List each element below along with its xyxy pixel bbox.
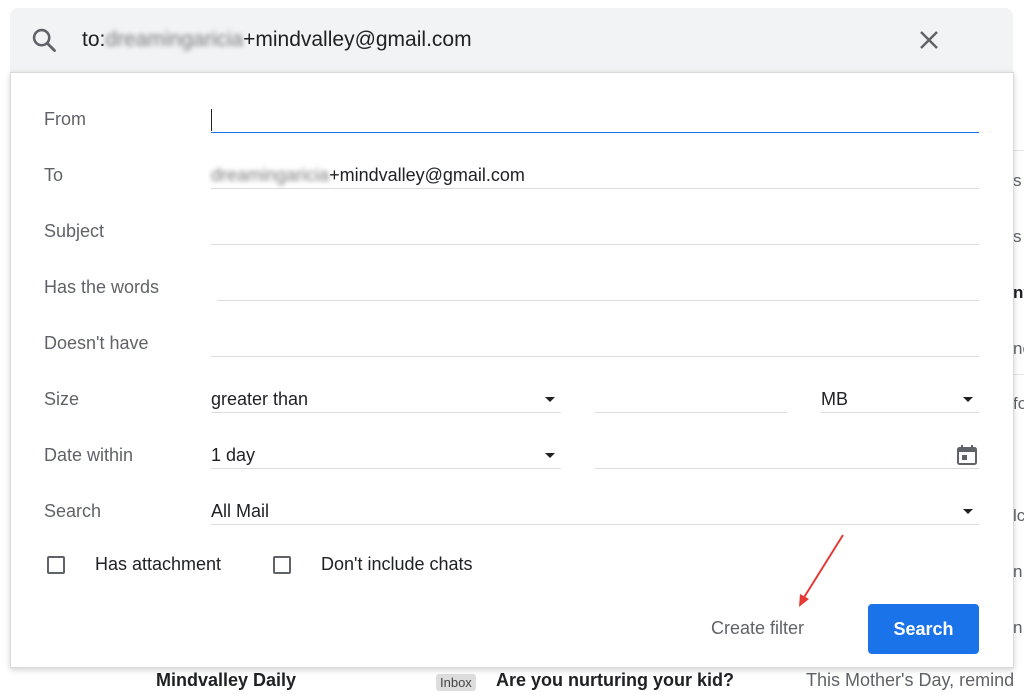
search-button[interactable]: Search xyxy=(868,604,979,654)
search-bar[interactable]: to:dreamingaricia+mindvalley@gmail.com xyxy=(10,8,1013,72)
size-comparator-select[interactable]: greater than xyxy=(211,353,561,413)
create-filter-button[interactable]: Create filter xyxy=(711,618,804,639)
chevron-down-icon xyxy=(545,453,555,458)
size-unit-value: MB xyxy=(821,389,848,409)
bg-snippet: This Mother's Day, remind xyxy=(806,670,1015,690)
dont-include-chats-label: Don't include chats xyxy=(321,554,473,574)
search-scope-row: Search All Mail xyxy=(11,465,1013,525)
chevron-down-icon xyxy=(963,509,973,514)
from-row: From xyxy=(11,73,1013,133)
advanced-search-dialog: From To dreamingaricia+mindvalley@gmail.… xyxy=(10,72,1014,668)
has-attachment-label: Has attachment xyxy=(95,554,222,574)
bg-fragment: s xyxy=(1013,227,1022,246)
text-cursor xyxy=(211,109,212,131)
date-within-label: Date within xyxy=(44,445,134,465)
has-words-input[interactable] xyxy=(217,241,979,301)
query-prefix: to: xyxy=(82,28,106,51)
doesnt-have-row: Doesn't have xyxy=(11,297,1013,357)
search-icon[interactable] xyxy=(30,26,58,54)
bg-fragment: s y xyxy=(1013,171,1024,190)
close-icon[interactable] xyxy=(917,28,941,52)
bg-fragment: lc xyxy=(1013,506,1024,525)
search-scope-value: All Mail xyxy=(211,501,270,521)
calendar-icon[interactable] xyxy=(955,443,979,467)
has-words-row: Has the words xyxy=(11,241,1013,301)
subject-label: Subject xyxy=(44,221,105,241)
annotation-arrow-icon xyxy=(799,534,844,607)
to-value: dreamingaricia+mindvalley@gmail.com xyxy=(211,165,525,186)
size-label: Size xyxy=(44,389,80,409)
query-blurred-email: dreamingaricia xyxy=(105,28,244,51)
bg-fragment: ne xyxy=(1013,339,1024,358)
bg-divider xyxy=(1013,374,1024,375)
bg-fragment: ny xyxy=(1013,283,1024,302)
from-label: From xyxy=(44,109,86,129)
background-email-row: Mindvalley Daily Inbox Are you nurturing… xyxy=(0,668,1024,695)
to-label: To xyxy=(44,165,64,185)
search-scope-select[interactable]: All Mail xyxy=(211,465,979,525)
bg-inbox-label: Inbox xyxy=(436,674,476,691)
query-suffix: +mindvalley@gmail.com xyxy=(243,28,472,51)
from-input[interactable] xyxy=(211,73,979,133)
size-comparator-value: greater than xyxy=(211,389,309,409)
to-row: To dreamingaricia+mindvalley@gmail.com xyxy=(11,129,1013,189)
date-input[interactable] xyxy=(595,409,979,469)
size-amount-input[interactable] xyxy=(595,353,787,413)
search-scope-label: Search xyxy=(44,501,102,521)
has-attachment-checkbox[interactable] xyxy=(47,556,65,574)
background-inbox-edge: s y s ny ne fo lc n n i xyxy=(1013,72,1024,695)
size-row: Size greater than MB xyxy=(11,353,1013,413)
bg-fragment: n i xyxy=(1013,618,1024,637)
date-range-select[interactable]: 1 day xyxy=(211,409,561,469)
to-input[interactable]: dreamingaricia+mindvalley@gmail.com xyxy=(211,129,979,189)
date-range-value: 1 day xyxy=(211,445,256,465)
chevron-down-icon xyxy=(963,397,973,402)
date-within-row: Date within 1 day xyxy=(11,409,1013,469)
search-scope-underline xyxy=(211,524,979,525)
subject-row: Subject xyxy=(11,185,1013,245)
to-email-suffix: +mindvalley@gmail.com xyxy=(329,165,525,185)
bg-subject: Are you nurturing your kid? xyxy=(496,670,735,690)
bg-fragment: n xyxy=(1013,562,1023,581)
dont-include-chats-checkbox[interactable] xyxy=(273,556,291,574)
subject-input[interactable] xyxy=(211,185,979,245)
search-query[interactable]: to:dreamingaricia+mindvalley@gmail.com xyxy=(82,28,472,52)
chevron-down-icon xyxy=(545,397,555,402)
size-unit-select[interactable]: MB xyxy=(821,353,979,413)
doesnt-have-input[interactable] xyxy=(211,297,979,357)
has-words-label: Has the words xyxy=(44,277,160,297)
to-blurred-email: dreamingaricia xyxy=(211,165,330,185)
bg-sender: Mindvalley Daily xyxy=(156,670,297,690)
bg-divider xyxy=(1013,150,1024,151)
bg-fragment: fo xyxy=(1013,394,1024,413)
doesnt-have-label: Doesn't have xyxy=(44,333,149,353)
